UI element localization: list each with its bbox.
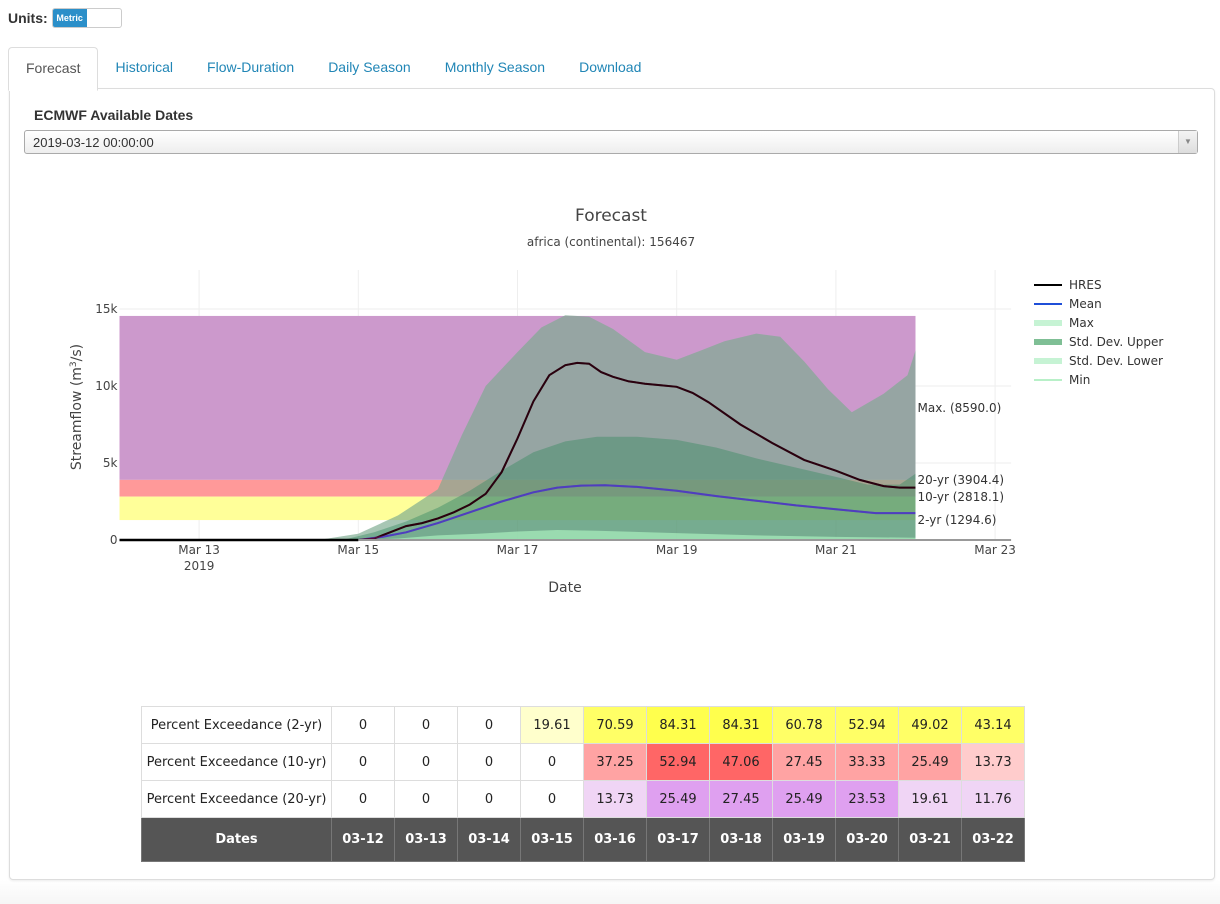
exceedance-cell: 0 [520, 743, 584, 781]
x-tick-label: Mar 19 [656, 543, 698, 557]
exceedance-cell: 0 [457, 780, 521, 818]
tab-daily-season[interactable]: Daily Season [311, 47, 428, 88]
x-tick-label: Mar 23 [974, 543, 1016, 557]
legend-label: Min [1069, 373, 1090, 387]
units-control: Units: Metric [8, 8, 122, 28]
y-tick-label: 5k [103, 456, 118, 470]
x-tick-label: Mar 13 [178, 543, 220, 557]
legend-label: HRES [1069, 278, 1102, 292]
tab-bar: Forecast Historical Flow-Duration Daily … [8, 47, 658, 91]
exceedance-row: Percent Exceedance (10-yr) 0 0 0 0 37.25 52.94… [141, 743, 1025, 781]
exceedance-table: Percent Exceedance (2-yr) 0 0 0 19.61 70.59 84… [141, 706, 1025, 862]
legend-label: Std. Dev. Upper [1069, 335, 1163, 349]
exceedance-cell: 19.61 [520, 706, 584, 744]
return-period-label: Max. (8590.0) [918, 401, 1002, 415]
dates-select-value: 2019-03-12 00:00:00 [33, 135, 154, 150]
date-cell: 03-16 [583, 817, 647, 862]
y-tick-label: 0 [110, 533, 118, 547]
units-toggle[interactable]: Metric [51, 8, 122, 28]
tab-historical[interactable]: Historical [98, 47, 190, 88]
y-tick-label: 15k [95, 302, 117, 316]
exceedance-cell: 0 [331, 780, 395, 818]
exceedance-cell: 60.78 [772, 706, 836, 744]
chevron-down-icon[interactable]: ▼ [1178, 131, 1197, 153]
exceedance-cell: 0 [394, 706, 458, 744]
dates-header: Dates [141, 817, 332, 862]
exceedance-cell: 25.49 [772, 780, 836, 818]
date-cell: 03-21 [898, 817, 962, 862]
exceedance-cell: 0 [520, 780, 584, 818]
return-period-label: 20-yr (3904.4) [918, 473, 1005, 487]
date-cell: 03-15 [520, 817, 584, 862]
x-tick-label: Mar 21 [815, 543, 857, 557]
chart-subtitle: africa (continental): 156467 [527, 235, 695, 249]
chart-title: Forecast [575, 206, 647, 226]
date-cell: 03-20 [835, 817, 899, 862]
exceedance-cell: 19.61 [898, 780, 962, 818]
tab-monthly-season[interactable]: Monthly Season [428, 47, 562, 88]
units-label: Units: [8, 10, 48, 26]
row-label: Percent Exceedance (2-yr) [141, 706, 332, 744]
legend-label: Std. Dev. Lower [1069, 354, 1163, 368]
tab-flow-duration[interactable]: Flow-Duration [190, 47, 311, 88]
dates-row: Dates 03-12 03-13 03-14 03-15 03-16 03-17 03-18… [141, 817, 1025, 862]
row-label: Percent Exceedance (20-yr) [141, 780, 332, 818]
exceedance-cell: 43.14 [961, 706, 1025, 744]
exceedance-cell: 11.76 [961, 780, 1025, 818]
dates-select[interactable]: 2019-03-12 00:00:00 ▼ [24, 130, 1198, 154]
dates-selector-label: ECMWF Available Dates [34, 107, 194, 123]
exceedance-row: Percent Exceedance (2-yr) 0 0 0 19.61 70.59 84… [141, 706, 1025, 744]
date-cell: 03-18 [709, 817, 773, 862]
row-label: Percent Exceedance (10-yr) [141, 743, 332, 781]
exceedance-cell: 37.25 [583, 743, 647, 781]
date-cell: 03-12 [331, 817, 395, 862]
exceedance-cell: 13.73 [961, 743, 1025, 781]
exceedance-cell: 0 [394, 780, 458, 818]
tab-download[interactable]: Download [562, 47, 658, 88]
exceedance-cell: 47.06 [709, 743, 773, 781]
legend-label: Mean [1069, 297, 1102, 311]
x-axis-title: Date [548, 580, 581, 596]
date-cell: 03-19 [772, 817, 836, 862]
exceedance-cell: 13.73 [583, 780, 647, 818]
date-cell: 03-22 [961, 817, 1025, 862]
y-axis-title: Streamflow (m3/s) [69, 344, 85, 470]
exceedance-cell: 23.53 [835, 780, 899, 818]
return-period-label: 10-yr (2818.1) [918, 490, 1005, 504]
exceedance-cell: 25.49 [646, 780, 710, 818]
exceedance-cell: 27.45 [772, 743, 836, 781]
exceedance-cell: 0 [331, 743, 395, 781]
return-period-label: 2-yr (1294.6) [918, 513, 997, 527]
date-cell: 03-13 [394, 817, 458, 862]
exceedance-cell: 49.02 [898, 706, 962, 744]
exceedance-cell: 0 [394, 743, 458, 781]
units-toggle-metric[interactable]: Metric [52, 9, 87, 27]
exceedance-cell: 0 [457, 743, 521, 781]
tab-forecast[interactable]: Forecast [8, 47, 99, 91]
date-cell: 03-14 [457, 817, 521, 862]
exceedance-cell: 84.31 [709, 706, 773, 744]
exceedance-cell: 25.49 [898, 743, 962, 781]
exceedance-cell: 27.45 [709, 780, 773, 818]
exceedance-cell: 0 [331, 706, 395, 744]
y-tick-label: 10k [95, 379, 117, 393]
legend-label: Max [1069, 316, 1094, 330]
exceedance-cell: 33.33 [835, 743, 899, 781]
date-cell: 03-17 [646, 817, 710, 862]
exceedance-row: Percent Exceedance (20-yr) 0 0 0 0 13.73 25.49… [141, 780, 1025, 818]
exceedance-cell: 52.94 [646, 743, 710, 781]
exceedance-cell: 70.59 [583, 706, 647, 744]
exceedance-cell: 0 [457, 706, 521, 744]
exceedance-cell: 52.94 [835, 706, 899, 744]
x-tick-label: Mar 17 [497, 543, 539, 557]
x-tick-label: Mar 15 [337, 543, 379, 557]
exceedance-cell: 84.31 [646, 706, 710, 744]
x-tick-sublabel: 2019 [184, 559, 215, 573]
